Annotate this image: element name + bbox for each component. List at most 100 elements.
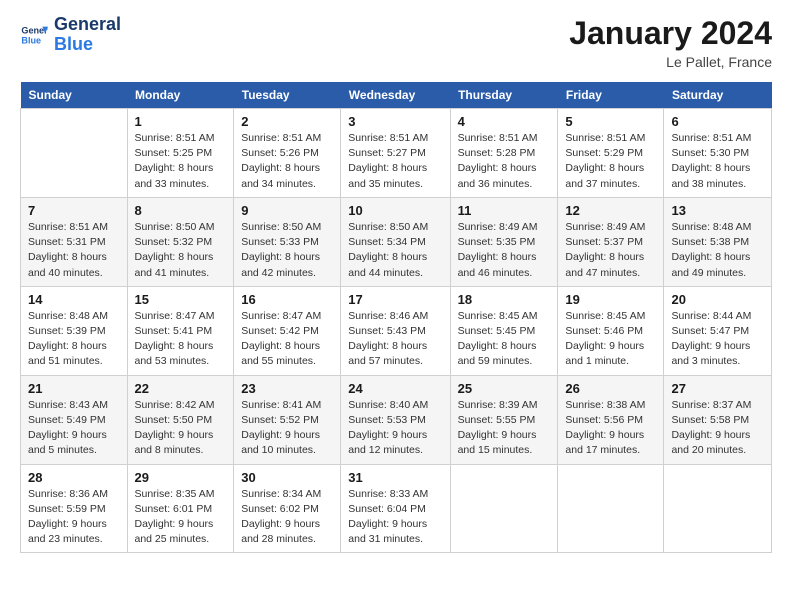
day-number: 9 [241,203,333,218]
day-cell: 22 Sunrise: 8:42 AMSunset: 5:50 PMDaylig… [127,375,234,464]
header: General Blue General Blue January 2024 L… [20,15,772,70]
calendar-header: Sunday Monday Tuesday Wednesday Thursday… [21,82,772,109]
calendar-table: Sunday Monday Tuesday Wednesday Thursday… [20,82,772,553]
day-number: 4 [458,114,551,129]
col-monday: Monday [127,82,234,109]
day-number: 14 [28,292,120,307]
svg-text:Blue: Blue [21,35,41,45]
day-detail: Sunrise: 8:50 AMSunset: 5:32 PMDaylight:… [135,220,227,281]
day-cell [558,464,664,553]
logo-general: General [54,14,121,34]
logo-text: General Blue [54,15,121,55]
day-number: 1 [135,114,227,129]
col-tuesday: Tuesday [234,82,341,109]
day-number: 5 [565,114,656,129]
week-row-2: 7 Sunrise: 8:51 AMSunset: 5:31 PMDayligh… [21,197,772,286]
day-number: 29 [135,470,227,485]
day-cell: 31 Sunrise: 8:33 AMSunset: 6:04 PMDaylig… [341,464,450,553]
day-detail: Sunrise: 8:44 AMSunset: 5:47 PMDaylight:… [671,309,764,370]
day-detail: Sunrise: 8:47 AMSunset: 5:42 PMDaylight:… [241,309,333,370]
day-cell: 25 Sunrise: 8:39 AMSunset: 5:55 PMDaylig… [450,375,558,464]
day-detail: Sunrise: 8:34 AMSunset: 6:02 PMDaylight:… [241,487,333,548]
day-detail: Sunrise: 8:49 AMSunset: 5:35 PMDaylight:… [458,220,551,281]
day-cell: 6 Sunrise: 8:51 AMSunset: 5:30 PMDayligh… [664,109,772,198]
day-cell: 20 Sunrise: 8:44 AMSunset: 5:47 PMDaylig… [664,286,772,375]
col-sunday: Sunday [21,82,128,109]
day-cell: 29 Sunrise: 8:35 AMSunset: 6:01 PMDaylig… [127,464,234,553]
day-detail: Sunrise: 8:36 AMSunset: 5:59 PMDaylight:… [28,487,120,548]
day-cell: 18 Sunrise: 8:45 AMSunset: 5:45 PMDaylig… [450,286,558,375]
day-number: 20 [671,292,764,307]
day-cell: 13 Sunrise: 8:48 AMSunset: 5:38 PMDaylig… [664,197,772,286]
col-wednesday: Wednesday [341,82,450,109]
day-number: 15 [135,292,227,307]
day-cell: 16 Sunrise: 8:47 AMSunset: 5:42 PMDaylig… [234,286,341,375]
day-detail: Sunrise: 8:33 AMSunset: 6:04 PMDaylight:… [348,487,442,548]
day-detail: Sunrise: 8:51 AMSunset: 5:26 PMDaylight:… [241,131,333,192]
week-row-1: 1 Sunrise: 8:51 AMSunset: 5:25 PMDayligh… [21,109,772,198]
day-number: 3 [348,114,442,129]
day-cell: 4 Sunrise: 8:51 AMSunset: 5:28 PMDayligh… [450,109,558,198]
day-number: 7 [28,203,120,218]
day-cell: 15 Sunrise: 8:47 AMSunset: 5:41 PMDaylig… [127,286,234,375]
day-detail: Sunrise: 8:42 AMSunset: 5:50 PMDaylight:… [135,398,227,459]
day-cell: 10 Sunrise: 8:50 AMSunset: 5:34 PMDaylig… [341,197,450,286]
day-cell: 17 Sunrise: 8:46 AMSunset: 5:43 PMDaylig… [341,286,450,375]
col-thursday: Thursday [450,82,558,109]
day-cell [450,464,558,553]
calendar-body: 1 Sunrise: 8:51 AMSunset: 5:25 PMDayligh… [21,109,772,553]
day-cell: 21 Sunrise: 8:43 AMSunset: 5:49 PMDaylig… [21,375,128,464]
col-saturday: Saturday [664,82,772,109]
day-number: 18 [458,292,551,307]
day-detail: Sunrise: 8:48 AMSunset: 5:39 PMDaylight:… [28,309,120,370]
day-number: 11 [458,203,551,218]
day-number: 23 [241,381,333,396]
day-cell: 30 Sunrise: 8:34 AMSunset: 6:02 PMDaylig… [234,464,341,553]
day-cell: 9 Sunrise: 8:50 AMSunset: 5:33 PMDayligh… [234,197,341,286]
day-cell: 12 Sunrise: 8:49 AMSunset: 5:37 PMDaylig… [558,197,664,286]
day-detail: Sunrise: 8:51 AMSunset: 5:31 PMDaylight:… [28,220,120,281]
day-number: 21 [28,381,120,396]
day-detail: Sunrise: 8:50 AMSunset: 5:33 PMDaylight:… [241,220,333,281]
calendar-page: General Blue General Blue January 2024 L… [0,0,792,612]
day-detail: Sunrise: 8:51 AMSunset: 5:30 PMDaylight:… [671,131,764,192]
week-row-5: 28 Sunrise: 8:36 AMSunset: 5:59 PMDaylig… [21,464,772,553]
day-number: 31 [348,470,442,485]
day-detail: Sunrise: 8:35 AMSunset: 6:01 PMDaylight:… [135,487,227,548]
location-title: Le Pallet, France [569,54,772,70]
week-row-3: 14 Sunrise: 8:48 AMSunset: 5:39 PMDaylig… [21,286,772,375]
title-block: January 2024 Le Pallet, France [569,15,772,70]
day-detail: Sunrise: 8:47 AMSunset: 5:41 PMDaylight:… [135,309,227,370]
day-number: 26 [565,381,656,396]
day-number: 19 [565,292,656,307]
day-cell: 2 Sunrise: 8:51 AMSunset: 5:26 PMDayligh… [234,109,341,198]
day-number: 13 [671,203,764,218]
day-cell: 7 Sunrise: 8:51 AMSunset: 5:31 PMDayligh… [21,197,128,286]
day-number: 12 [565,203,656,218]
day-number: 10 [348,203,442,218]
day-cell: 8 Sunrise: 8:50 AMSunset: 5:32 PMDayligh… [127,197,234,286]
day-number: 16 [241,292,333,307]
day-detail: Sunrise: 8:51 AMSunset: 5:28 PMDaylight:… [458,131,551,192]
day-cell [21,109,128,198]
day-number: 28 [28,470,120,485]
day-detail: Sunrise: 8:49 AMSunset: 5:37 PMDaylight:… [565,220,656,281]
day-cell: 5 Sunrise: 8:51 AMSunset: 5:29 PMDayligh… [558,109,664,198]
day-detail: Sunrise: 8:51 AMSunset: 5:27 PMDaylight:… [348,131,442,192]
day-detail: Sunrise: 8:50 AMSunset: 5:34 PMDaylight:… [348,220,442,281]
logo-icon: General Blue [20,21,48,49]
day-cell: 28 Sunrise: 8:36 AMSunset: 5:59 PMDaylig… [21,464,128,553]
header-row: Sunday Monday Tuesday Wednesday Thursday… [21,82,772,109]
day-detail: Sunrise: 8:38 AMSunset: 5:56 PMDaylight:… [565,398,656,459]
day-detail: Sunrise: 8:39 AMSunset: 5:55 PMDaylight:… [458,398,551,459]
logo-blue: Blue [54,34,93,54]
day-number: 8 [135,203,227,218]
day-number: 6 [671,114,764,129]
day-detail: Sunrise: 8:51 AMSunset: 5:29 PMDaylight:… [565,131,656,192]
logo: General Blue General Blue [20,15,121,55]
day-detail: Sunrise: 8:46 AMSunset: 5:43 PMDaylight:… [348,309,442,370]
day-cell: 11 Sunrise: 8:49 AMSunset: 5:35 PMDaylig… [450,197,558,286]
day-cell: 23 Sunrise: 8:41 AMSunset: 5:52 PMDaylig… [234,375,341,464]
month-title: January 2024 [569,15,772,52]
day-cell: 14 Sunrise: 8:48 AMSunset: 5:39 PMDaylig… [21,286,128,375]
